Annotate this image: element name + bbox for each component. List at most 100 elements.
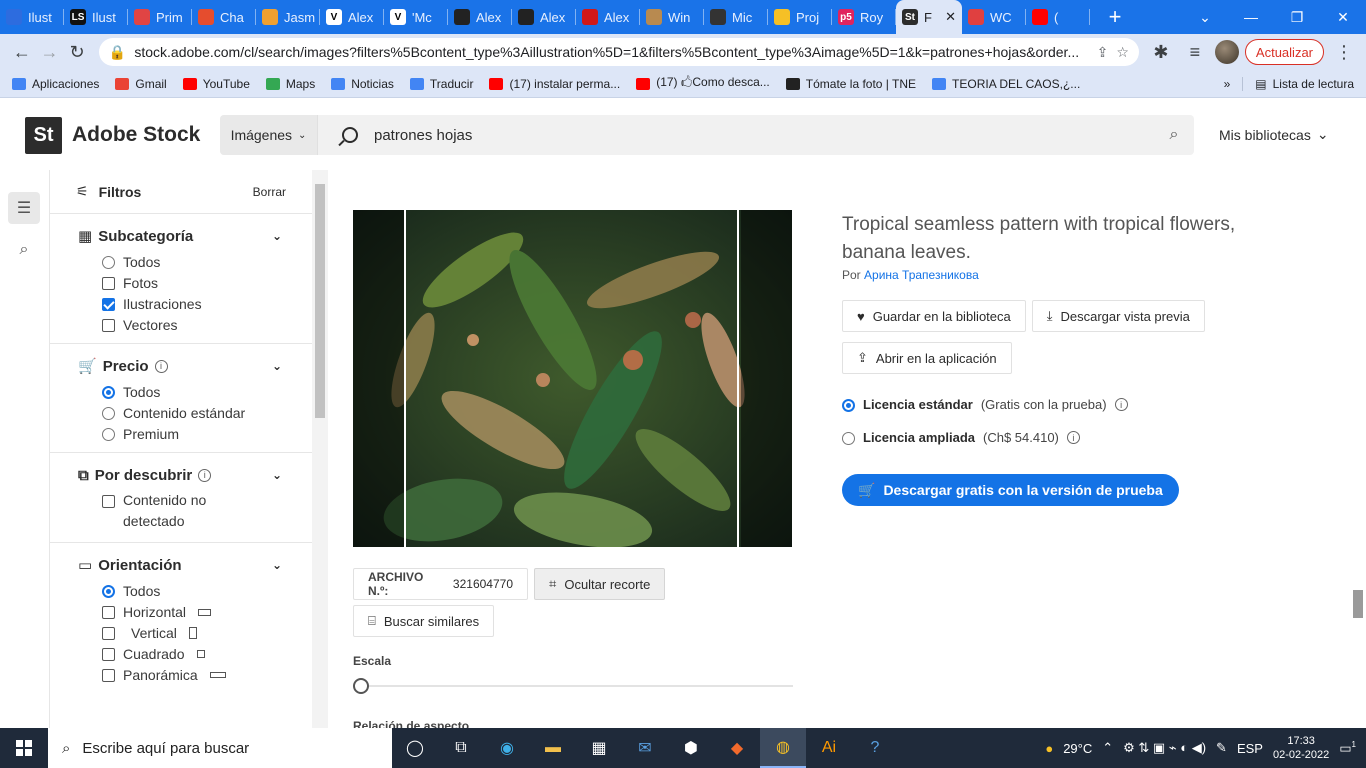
open-in-app-button[interactable]: ⇪ Abrir en la aplicación bbox=[842, 342, 1012, 374]
info-icon[interactable]: i bbox=[198, 468, 212, 482]
new-tab-button[interactable]: + bbox=[1100, 0, 1130, 34]
visual-search-rail-icon[interactable]: ⌕ bbox=[8, 234, 40, 266]
license-standard-option[interactable]: Licencia estándar (Gratis con la prueba)… bbox=[842, 397, 1128, 412]
option-all[interactable]: Todos bbox=[102, 583, 312, 599]
find-similar-button[interactable]: ⌸ Buscar similares bbox=[353, 605, 495, 637]
clock[interactable]: 17:33 02-02-2022 bbox=[1273, 734, 1329, 762]
browser-tab[interactable]: WC bbox=[962, 0, 1026, 34]
bookmark-item[interactable]: Aplicaciones bbox=[12, 73, 99, 94]
checkbox[interactable] bbox=[102, 669, 115, 682]
bookmark-item[interactable]: Traducir bbox=[409, 73, 473, 94]
browser-tab[interactable]: Win bbox=[640, 0, 704, 34]
file-explorer-icon[interactable]: ▬ bbox=[530, 728, 576, 768]
task-view-icon[interactable]: ⧉ bbox=[438, 728, 484, 768]
browser-tab[interactable]: p5 Roy bbox=[832, 0, 896, 34]
chrome-icon[interactable]: ◍ bbox=[760, 728, 806, 768]
bookmark-item[interactable]: YouTube bbox=[182, 73, 250, 94]
app-icon[interactable]: ⬢ bbox=[668, 728, 714, 768]
bookmark-item[interactable]: Noticias bbox=[331, 73, 394, 94]
tab-search-icon[interactable]: ⌄ bbox=[1182, 0, 1228, 34]
scale-slider[interactable] bbox=[353, 678, 793, 694]
option-photos[interactable]: Fotos bbox=[102, 275, 312, 291]
tray-icons[interactable]: ⚙ ⇅ ▣ ⌁ ◐ ◀︎) bbox=[1123, 740, 1206, 756]
illustrator-icon[interactable]: Ai bbox=[806, 728, 852, 768]
clear-filters-button[interactable]: Borrar bbox=[253, 185, 286, 199]
bookmark-item[interactable]: TEORIA DEL CAOS,¿... bbox=[932, 73, 1080, 94]
radio[interactable] bbox=[842, 432, 855, 445]
radio[interactable] bbox=[102, 428, 115, 441]
bookmark-item[interactable]: Maps bbox=[265, 73, 315, 94]
browser-tab[interactable]: LS Ilust bbox=[64, 0, 128, 34]
pen-icon[interactable]: ✎ bbox=[1216, 740, 1227, 756]
option-horizontal[interactable]: Horizontal bbox=[102, 604, 312, 620]
reading-list[interactable]: ▤ Lista de lectura bbox=[1242, 76, 1354, 91]
slider-handle[interactable] bbox=[353, 678, 369, 694]
browser-tab[interactable]: Ilust bbox=[0, 0, 64, 34]
help-icon[interactable]: ? bbox=[852, 728, 898, 768]
back-icon[interactable]: ← bbox=[8, 38, 36, 66]
info-icon[interactable]: i bbox=[1066, 431, 1080, 444]
section-header[interactable]: ▦ Subcategoría ⌄ bbox=[78, 226, 312, 246]
browser-tab[interactable]: ( bbox=[1026, 0, 1090, 34]
radio[interactable] bbox=[102, 256, 115, 269]
browser-tab[interactable]: Cha bbox=[192, 0, 256, 34]
checkbox[interactable] bbox=[102, 606, 115, 619]
media-controls-icon[interactable]: ≡ bbox=[1181, 38, 1209, 66]
search-input[interactable]: patrones hojas bbox=[374, 127, 1154, 144]
browser-tab[interactable]: St F ✕ bbox=[896, 0, 962, 34]
option-vectors[interactable]: Vectores bbox=[102, 317, 312, 333]
notifications-icon[interactable]: ▭1 bbox=[1339, 740, 1356, 756]
license-extended-option[interactable]: Licencia ampliada (Ch$ 54.410) i bbox=[842, 430, 1080, 445]
menu-icon[interactable]: ⋮ bbox=[1330, 38, 1358, 66]
my-libraries-menu[interactable]: Mis bibliotecas ⌄ bbox=[1219, 126, 1329, 143]
slider-track[interactable] bbox=[363, 685, 793, 687]
checkbox[interactable] bbox=[102, 277, 115, 290]
bookmark-item[interactable]: (17) instalar perma... bbox=[489, 73, 620, 94]
browser-tab[interactable]: V Alex bbox=[320, 0, 384, 34]
asset-preview-image[interactable] bbox=[353, 210, 792, 547]
mail-icon[interactable]: ✉ bbox=[622, 728, 668, 768]
scrollbar-thumb[interactable] bbox=[1353, 590, 1363, 618]
visual-search-icon[interactable]: ⌕ bbox=[1154, 126, 1194, 144]
option-panoramic[interactable]: Panorámica bbox=[102, 667, 312, 683]
download-preview-button[interactable]: ⤓ Descargar vista previa bbox=[1031, 300, 1205, 332]
brave-icon[interactable]: ◆ bbox=[714, 728, 760, 768]
address-bar[interactable]: 🔒 stock.adobe.com/cl/search/images?filte… bbox=[98, 38, 1139, 66]
chevron-up-icon[interactable]: ⌃ bbox=[1102, 740, 1113, 756]
radio-selected[interactable] bbox=[102, 585, 115, 598]
filters-scrollbar[interactable] bbox=[312, 170, 328, 728]
checkbox[interactable] bbox=[102, 648, 115, 661]
browser-tab[interactable]: V 'Mc bbox=[384, 0, 448, 34]
checkbox[interactable] bbox=[102, 495, 115, 508]
edge-icon[interactable]: ◉ bbox=[484, 728, 530, 768]
author-link[interactable]: Арина Трапезникова bbox=[864, 268, 979, 282]
close-tab-icon[interactable]: ✕ bbox=[945, 9, 956, 25]
radio[interactable] bbox=[102, 407, 115, 420]
browser-tab[interactable]: Alex bbox=[448, 0, 512, 34]
profile-avatar[interactable] bbox=[1214, 40, 1239, 64]
search-type-dropdown[interactable]: Imágenes ⌄ bbox=[220, 115, 318, 155]
bookmark-item[interactable]: Gmail bbox=[115, 73, 167, 94]
adobe-stock-logo[interactable]: St Adobe Stock bbox=[25, 116, 200, 154]
bookmark-item[interactable]: Tómate la foto | TNE bbox=[785, 73, 916, 94]
windows-start-icon[interactable] bbox=[0, 728, 48, 768]
option-premium[interactable]: Premium bbox=[102, 426, 312, 442]
section-header[interactable]: 🛒 Precio i ⌄ bbox=[78, 356, 312, 376]
checkbox[interactable] bbox=[102, 627, 115, 640]
store-icon[interactable]: ▦ bbox=[576, 728, 622, 768]
bookmark-star-icon[interactable]: ☆ bbox=[1116, 44, 1129, 61]
browser-tab[interactable]: Mic bbox=[704, 0, 768, 34]
filters-toggle-icon[interactable]: ☰ bbox=[8, 192, 40, 224]
browser-tab[interactable]: Prim bbox=[128, 0, 192, 34]
restore-button[interactable]: ❐ bbox=[1274, 0, 1320, 34]
radio-selected[interactable] bbox=[842, 399, 855, 412]
language-indicator[interactable]: ESP bbox=[1237, 741, 1263, 756]
option-all[interactable]: Todos bbox=[102, 254, 312, 270]
option-undiscovered[interactable]: Contenido no detectado bbox=[102, 492, 232, 532]
info-icon[interactable]: i bbox=[154, 359, 168, 373]
section-header[interactable]: ▭ Orientación ⌄ bbox=[78, 555, 312, 575]
browser-tab[interactable]: Alex bbox=[512, 0, 576, 34]
share-icon[interactable]: ⇪ bbox=[1097, 44, 1109, 61]
page-scrollbar[interactable] bbox=[1350, 170, 1366, 728]
option-illustrations[interactable]: Ilustraciones bbox=[102, 296, 312, 312]
